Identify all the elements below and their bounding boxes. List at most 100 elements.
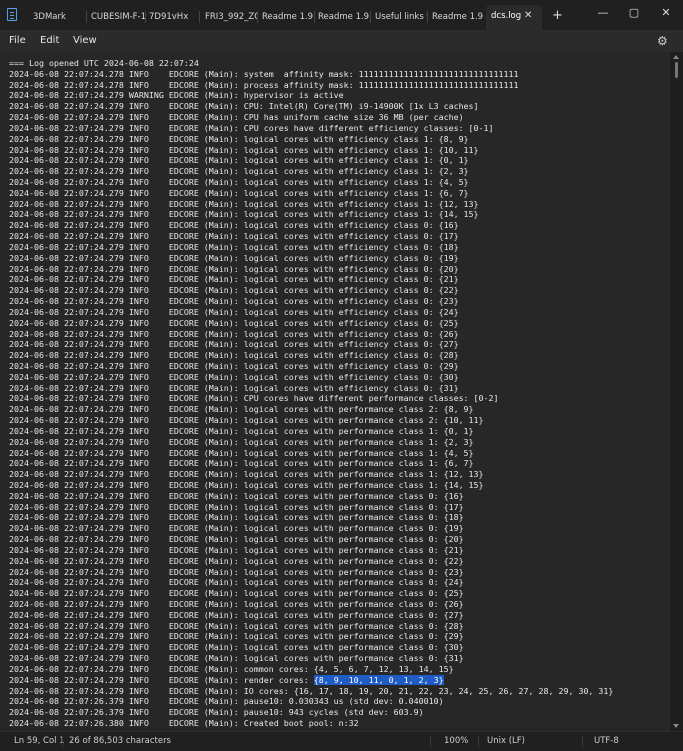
log-line: 2024-06-08 22:07:24.279 INFO EDCORE (Mai… <box>9 545 464 556</box>
status-divider <box>62 736 63 747</box>
log-line: 2024-06-08 22:07:24.279 INFO EDCORE (Mai… <box>9 350 459 361</box>
new-tab-button[interactable]: + <box>552 5 563 27</box>
log-line-text: 2024-06-08 22:07:24.279 INFO EDCORE (Mai… <box>9 177 469 188</box>
scroll-down-arrow-icon[interactable] <box>673 724 679 728</box>
log-line-text: 2024-06-08 22:07:24.279 INFO EDCORE (Mai… <box>9 404 474 415</box>
log-line-text: === Log opened UTC 2024-06-08 22:07:24 <box>9 58 199 68</box>
log-line-text: 2024-06-08 22:07:24.279 INFO EDCORE (Mai… <box>9 306 459 317</box>
tab-readme-1[interactable]: Readme 1.9 E <box>262 8 314 26</box>
log-line-text: 2024-06-08 22:07:24.279 INFO EDCORE (Mai… <box>9 339 459 350</box>
log-line-text: 2024-06-08 22:07:24.279 INFO EDCORE (Mai… <box>9 263 459 274</box>
log-line: 2024-06-08 22:07:26.379 INFO EDCORE (Mai… <box>9 696 444 707</box>
log-line-text: 2024-06-08 22:07:24.279 INFO EDCORE (Mai… <box>9 112 464 123</box>
log-line: 2024-06-08 22:07:24.279 INFO EDCORE (Mai… <box>9 285 459 296</box>
log-line-text: 2024-06-08 22:07:24.279 INFO EDCORE (Mai… <box>9 241 459 252</box>
log-line-text: 2024-06-08 22:07:24.279 INFO EDCORE (Mai… <box>9 577 464 588</box>
log-line-text: 2024-06-08 22:07:24.279 INFO EDCORE (Mai… <box>9 133 469 144</box>
log-line-text: 2024-06-08 22:07:24.279 INFO EDCORE (Mai… <box>9 588 464 599</box>
menu-edit[interactable]: Edit <box>40 30 59 52</box>
tab-label: 3DMark <box>33 12 66 22</box>
selected-text: {8, 9, 10, 11, 0, 1, 2, 3} <box>313 674 444 685</box>
tab-separator <box>199 11 200 23</box>
log-line: 2024-06-08 22:07:24.279 INFO EDCORE (Mai… <box>9 253 459 264</box>
tab-useful-links[interactable]: Useful links t <box>375 8 427 26</box>
log-line-text: 2024-06-08 22:07:24.279 INFO EDCORE (Mai… <box>9 209 479 220</box>
tab-label: Readme 1.9 E <box>262 12 314 22</box>
log-text-area[interactable]: === Log opened UTC 2024-06-08 22:07:24 20… <box>0 52 670 731</box>
log-line: 2024-06-08 22:07:24.279 INFO EDCORE (Mai… <box>9 123 494 134</box>
vertical-scrollbar[interactable] <box>670 52 683 731</box>
log-line-text: 2024-06-08 22:07:26.379 INFO EDCORE (Mai… <box>9 696 444 707</box>
tab-readme-3[interactable]: Readme 1.9 E <box>432 8 484 26</box>
log-line-text: 2024-06-08 22:07:24.279 INFO EDCORE (Mai… <box>9 534 464 545</box>
log-line-text: 2024-06-08 22:07:24.279 INFO EDCORE (Mai… <box>9 371 459 382</box>
tab-cubesim[interactable]: CUBESIM-F-1 <box>91 8 147 26</box>
tab-label: Readme 1.9 E <box>432 12 484 22</box>
log-line: 2024-06-08 22:07:24.279 INFO EDCORE (Mai… <box>9 621 464 632</box>
log-line-text: 2024-06-08 22:07:24.279 INFO EDCORE (Mai… <box>9 122 494 133</box>
tab-fri3[interactable]: FRI3_992_ZO <box>205 8 257 26</box>
tab-readme-2[interactable]: Readme 1.9 E <box>318 8 370 26</box>
log-line: 2024-06-08 22:07:24.278 INFO EDCORE (Mai… <box>9 80 519 91</box>
scroll-up-arrow-icon[interactable] <box>673 55 679 59</box>
tab-dcs-log[interactable]: dcs.log <box>486 5 542 30</box>
tab-separator <box>427 11 428 23</box>
notepad-app-icon <box>7 8 17 21</box>
log-line-text: 2024-06-08 22:07:24.279 INFO EDCORE (Mai… <box>9 599 464 609</box>
log-line-text: 2024-06-08 22:07:24.279 INFO EDCORE (Mai… <box>9 220 459 231</box>
status-divider <box>430 736 431 747</box>
log-line-text: 2024-06-08 22:07:24.279 INFO EDCORE (Mai… <box>9 382 459 393</box>
log-line-text: 2024-06-08 22:07:26.379 INFO EDCORE (Mai… <box>9 707 424 718</box>
menu-file[interactable]: File <box>9 30 26 52</box>
log-line-text: 2024-06-08 22:07:24.278 INFO EDCORE (Mai… <box>9 68 519 79</box>
log-line-text: 2024-06-08 22:07:24.279 INFO EDCORE (Mai… <box>9 144 479 155</box>
log-line-text: 2024-06-08 22:07:24.279 INFO EDCORE (Mai… <box>9 393 499 404</box>
log-line-text: 2024-06-08 22:07:26.380 INFO EDCORE (Mai… <box>9 718 359 729</box>
zoom-level[interactable]: 100% <box>444 732 468 751</box>
log-line-text: 2024-06-08 22:07:24.279 WARNING EDCORE (… <box>9 90 344 101</box>
log-line: 2024-06-08 22:07:24.279 INFO EDCORE (Mai… <box>9 372 459 383</box>
log-line: 2024-06-08 22:07:24.279 INFO EDCORE (Mai… <box>9 296 459 307</box>
tab-3dmark[interactable]: 3DMark <box>33 8 85 26</box>
log-line-text: 2024-06-08 22:07:24.279 INFO EDCORE (Mai… <box>9 317 459 328</box>
log-line: 2024-06-08 22:07:24.278 INFO EDCORE (Mai… <box>9 69 519 80</box>
log-line: 2024-06-08 22:07:24.279 INFO EDCORE (Mai… <box>9 599 464 610</box>
log-line: 2024-06-08 22:07:24.279 WARNING EDCORE (… <box>9 90 344 101</box>
log-line: 2024-06-08 22:07:24.279 INFO EDCORE (Mai… <box>9 274 459 285</box>
log-line-text: 2024-06-08 22:07:24.278 INFO EDCORE (Mai… <box>9 79 519 90</box>
log-line: 2024-06-08 22:07:24.279 INFO EDCORE (Mai… <box>9 242 459 253</box>
log-line-text: 2024-06-08 22:07:24.279 INFO EDCORE (Mai… <box>9 436 474 447</box>
line-ending[interactable]: Unix (LF) <box>487 732 525 751</box>
close-window-button[interactable]: ✕ <box>651 2 681 24</box>
log-line-text: 2024-06-08 22:07:24.279 INFO EDCORE (Mai… <box>9 555 464 566</box>
scrollbar-thumb[interactable] <box>675 62 678 78</box>
log-line-text: 2024-06-08 22:07:24.279 INFO EDCORE (Mai… <box>9 512 464 523</box>
log-line-text: 2024-06-08 22:07:24.279 INFO EDCORE (Mai… <box>9 674 314 685</box>
log-line-text: 2024-06-08 22:07:24.279 INFO EDCORE (Mai… <box>9 663 454 674</box>
log-line-text: 2024-06-08 22:07:24.279 INFO EDCORE (Mai… <box>9 328 459 339</box>
encoding[interactable]: UTF-8 <box>594 732 619 751</box>
character-count: 26 of 86,503 characters <box>69 736 171 746</box>
close-icon[interactable]: ✕ <box>524 5 532 27</box>
log-line-text: 2024-06-08 22:07:24.279 INFO EDCORE (Mai… <box>9 360 459 371</box>
log-line: 2024-06-08 22:07:24.279 INFO EDCORE (Mai… <box>9 610 464 621</box>
log-line: 2024-06-08 22:07:24.279 INFO EDCORE (Mai… <box>9 534 464 545</box>
tab-7d91vhx[interactable]: 7D91vHx <box>149 8 201 26</box>
menu-view[interactable]: View <box>73 30 97 52</box>
log-line-text: 2024-06-08 22:07:24.279 INFO EDCORE (Mai… <box>9 231 459 242</box>
log-line: 2024-06-08 22:07:24.279 INFO EDCORE (Mai… <box>9 188 469 199</box>
log-line-text: 2024-06-08 22:07:24.279 INFO EDCORE (Mai… <box>9 447 474 458</box>
log-line: 2024-06-08 22:07:24.279 INFO EDCORE (Mai… <box>9 512 464 523</box>
log-line: 2024-06-08 22:07:24.279 INFO EDCORE (Mai… <box>9 556 464 567</box>
minimize-button[interactable]: — <box>588 2 618 24</box>
settings-gear-icon[interactable]: ⚙ <box>657 32 670 48</box>
status-divider <box>478 736 479 747</box>
log-line-text: 2024-06-08 22:07:24.279 INFO EDCORE (Mai… <box>9 166 469 177</box>
log-line: 2024-06-08 22:07:24.279 INFO EDCORE (Mai… <box>9 318 459 329</box>
log-line-text: 2024-06-08 22:07:24.279 INFO EDCORE (Mai… <box>9 685 614 696</box>
maximize-button[interactable]: ▢ <box>619 2 649 24</box>
log-line: 2024-06-08 22:07:24.279 INFO EDCORE (Mai… <box>9 199 479 210</box>
log-line: 2024-06-08 22:07:24.279 INFO EDCORE (Mai… <box>9 231 459 242</box>
tab-label: FRI3_992_ZO <box>205 12 257 22</box>
log-line-text: 2024-06-08 22:07:24.279 INFO EDCORE (Mai… <box>9 642 464 653</box>
